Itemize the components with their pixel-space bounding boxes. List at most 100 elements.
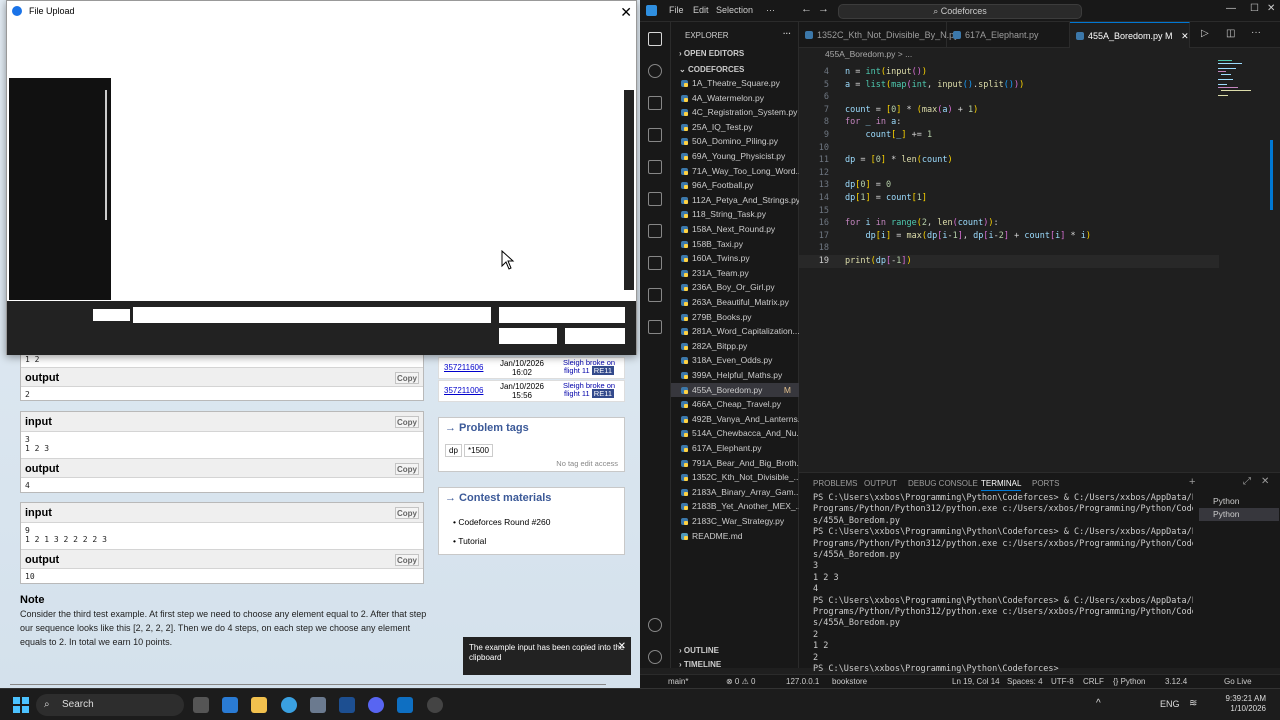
menu-file[interactable]: File xyxy=(669,5,684,15)
explorer-icon[interactable] xyxy=(648,32,662,46)
copy-button[interactable]: Copy xyxy=(395,372,419,384)
search-icon[interactable] xyxy=(648,64,662,78)
open-editors-section[interactable]: › OPEN EDITORS xyxy=(679,49,744,58)
filename-input[interactable] xyxy=(133,307,491,323)
forward-arrow-icon[interactable]: → xyxy=(818,3,829,15)
close-icon[interactable]: ✕ xyxy=(1267,3,1275,14)
file-tree-item[interactable]: 791A_Bear_And_Big_Broth... xyxy=(671,456,799,471)
file-tree-item[interactable]: 158B_Taxi.py xyxy=(671,237,799,252)
editor-scrollbar[interactable] xyxy=(1270,140,1273,210)
file-list-scrollbar[interactable] xyxy=(624,90,634,290)
more-actions-icon[interactable]: ··· xyxy=(783,29,791,38)
database-icon[interactable] xyxy=(648,256,662,270)
extensions-icon[interactable] xyxy=(648,160,662,174)
copy-button[interactable]: Copy xyxy=(395,554,419,566)
file-tree-item[interactable]: 2183A_Binary_Array_Gam... xyxy=(671,485,799,500)
open-button[interactable] xyxy=(499,328,557,344)
file-tree-item[interactable]: 514A_Chewbacca_And_Nu... xyxy=(671,426,799,441)
split-editor-icon[interactable]: ◫ xyxy=(1226,28,1235,39)
maximize-panel-icon[interactable]: ⤢ xyxy=(1243,476,1251,487)
tab-ports[interactable]: PORTS xyxy=(1032,479,1059,488)
minimize-icon[interactable]: — xyxy=(1226,3,1236,14)
source-control-icon[interactable] xyxy=(648,96,662,110)
database-indicator[interactable]: bookstore xyxy=(832,675,867,688)
timeline-section[interactable]: › TIMELINE xyxy=(679,660,721,669)
file-tree-item[interactable]: 231A_Team.py xyxy=(671,266,799,281)
file-tree-item[interactable]: 71A_Way_Too_Long_Word... xyxy=(671,164,799,179)
file-tree-item[interactable]: 50A_Domino_Piling.py xyxy=(671,134,799,149)
cancel-button[interactable] xyxy=(565,328,625,344)
file-tree-item[interactable]: 4C_Registration_System.py xyxy=(671,105,799,120)
chrome-icon[interactable] xyxy=(281,697,297,713)
navigation-pane[interactable] xyxy=(9,78,111,300)
gear-icon[interactable] xyxy=(648,650,662,664)
close-icon[interactable]: ✕ xyxy=(1261,476,1269,487)
windows-start-icon[interactable] xyxy=(13,697,29,713)
terminal-app-icon[interactable] xyxy=(339,697,355,713)
line-ending[interactable]: CRLF xyxy=(1083,675,1104,688)
pane-splitter[interactable] xyxy=(105,90,107,220)
testing-icon[interactable] xyxy=(648,192,662,206)
tab-elephant[interactable]: 617A_Elephant.py xyxy=(947,22,1070,48)
copy-button[interactable]: Copy xyxy=(395,507,419,519)
submission-id-link[interactable]: 357211006 xyxy=(444,386,483,395)
breadcrumb[interactable]: 455A_Boredom.py > ... xyxy=(799,48,912,61)
file-tree-item[interactable]: 279B_Books.py xyxy=(671,310,799,325)
widgets-icon[interactable] xyxy=(222,697,238,713)
file-tree-item[interactable]: 2183C_War_Strategy.py xyxy=(671,514,799,529)
port-indicator[interactable]: 127.0.0.1 xyxy=(786,675,819,688)
file-tree-item[interactable]: 69A_Young_Physicist.py xyxy=(671,149,799,164)
file-tree-item[interactable]: 455A_Boredom.py M xyxy=(671,382,799,398)
file-tree-item[interactable]: 158A_Next_Round.py xyxy=(671,222,799,237)
tab-kth-not-divisible[interactable]: 1352C_Kth_Not_Divisible_By_N.py xyxy=(799,22,959,48)
discord-icon[interactable] xyxy=(368,697,384,713)
file-tree-item[interactable]: 281A_Word_Capitalization... xyxy=(671,324,799,339)
file-tree-item[interactable]: 112A_Petya_And_Strings.py xyxy=(671,193,799,208)
settings-icon[interactable] xyxy=(310,697,326,713)
file-tree-item[interactable]: 1A_Theatre_Square.py xyxy=(671,76,799,91)
tab-boredom[interactable]: 455A_Boredom.py M ✕ xyxy=(1070,22,1190,48)
terminal-output[interactable]: PS C:\Users\xxbos\Programming\Python\Cod… xyxy=(813,493,1193,676)
submission-id-link[interactable]: 357211606 xyxy=(444,363,483,372)
command-center-search[interactable]: ⌕ Codeforces xyxy=(838,4,1082,19)
close-icon[interactable]: ✕ xyxy=(618,642,626,652)
copy-button[interactable]: Copy xyxy=(395,463,419,475)
tag-dp[interactable]: dp xyxy=(445,444,462,457)
maximize-icon[interactable]: ☐ xyxy=(1250,3,1259,14)
run-debug-icon[interactable] xyxy=(648,128,662,142)
go-live-button[interactable]: Go Live xyxy=(1224,675,1252,688)
tab-output[interactable]: OUTPUT xyxy=(864,479,897,488)
tab-terminal[interactable]: TERMINAL xyxy=(981,479,1022,491)
taskbar-search[interactable]: ⌕ Search xyxy=(36,694,184,716)
more-actions-icon[interactable]: ··· xyxy=(1251,27,1261,38)
code-editor[interactable]: 4n = int(input()) 5a = list(map(int, inp… xyxy=(799,66,1219,268)
file-tree-item[interactable]: 236A_Boy_Or_Girl.py xyxy=(671,280,799,295)
tab-debug-console[interactable]: DEBUG CONSOLE xyxy=(908,479,978,488)
github-icon[interactable] xyxy=(427,697,443,713)
new-terminal-icon[interactable]: + xyxy=(1189,476,1195,488)
wifi-icon[interactable]: ≋ xyxy=(1189,698,1197,709)
file-tree-item[interactable]: 160A_Twins.py xyxy=(671,251,799,266)
run-file-icon[interactable]: ▷ xyxy=(1201,28,1209,39)
task-view-icon[interactable] xyxy=(193,697,209,713)
back-arrow-icon[interactable]: ← xyxy=(801,3,812,15)
file-tree-item[interactable]: 118_String_Task.py xyxy=(671,207,799,222)
file-explorer-icon[interactable] xyxy=(251,697,267,713)
indentation[interactable]: Spaces: 4 xyxy=(1007,675,1043,688)
file-tree-item[interactable]: 25A_IQ_Test.py xyxy=(671,120,799,135)
file-tree-item[interactable]: 617A_Elephant.py xyxy=(671,441,799,456)
extension-panel-icon[interactable] xyxy=(648,320,662,334)
menu-selection[interactable]: Selection xyxy=(716,5,753,15)
material-item[interactable]: • Tutorial xyxy=(453,536,486,546)
material-item[interactable]: • Codeforces Round #260 xyxy=(453,517,551,527)
terminal-instance[interactable]: Python xyxy=(1199,508,1279,521)
file-tree-item[interactable]: 2183B_Yet_Another_MEX_... xyxy=(671,499,799,514)
account-icon[interactable] xyxy=(648,618,662,632)
file-tree-item[interactable]: 96A_Football.py xyxy=(671,178,799,193)
file-tree-item[interactable]: 263A_Beautiful_Matrix.py xyxy=(671,295,799,310)
menu-edit[interactable]: Edit xyxy=(693,5,709,15)
minimap[interactable] xyxy=(1218,58,1266,98)
encoding[interactable]: UTF-8 xyxy=(1051,675,1074,688)
cursor-position[interactable]: Ln 19, Col 14 xyxy=(952,675,1000,688)
outline-section[interactable]: › OUTLINE xyxy=(679,646,719,655)
